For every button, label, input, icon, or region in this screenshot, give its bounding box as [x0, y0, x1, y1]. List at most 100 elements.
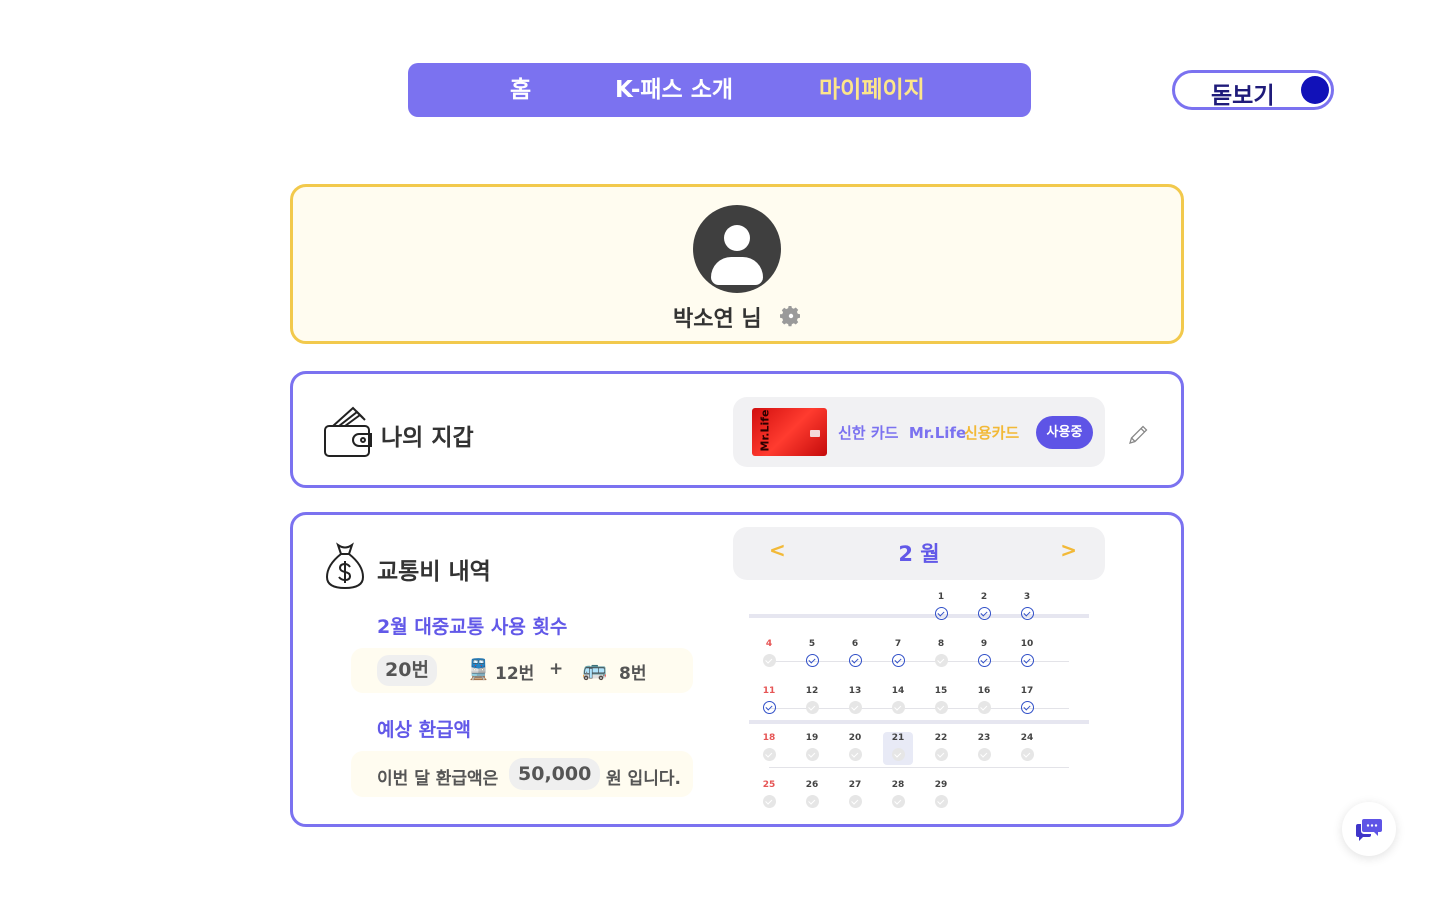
calendar-day[interactable]: 12: [797, 685, 827, 714]
magnifier-label: 돋보기: [1211, 83, 1275, 109]
used-check-icon: [977, 654, 991, 667]
unused-check-icon: [848, 748, 862, 761]
calendar-day-number: 29: [934, 780, 948, 790]
calendar-day[interactable]: 20: [840, 732, 870, 761]
registered-card[interactable]: Mr.Life 신한 카드 Mr.Life 신용카드 사용중: [733, 397, 1105, 467]
calendar-day[interactable]: 16: [969, 685, 999, 714]
calendar-day-number: 25: [762, 780, 776, 790]
card-name: 신한 카드 Mr.Life: [838, 424, 967, 442]
calendar-day[interactable]: 13: [840, 685, 870, 714]
avatar-body: [711, 257, 763, 285]
calendar-day[interactable]: 19: [797, 732, 827, 761]
unused-check-icon: [934, 701, 948, 714]
usage-summary: 20번 🚆 12번 + 🚌 8번: [351, 648, 693, 693]
next-month-button[interactable]: >: [1060, 538, 1077, 562]
unused-check-icon: [762, 795, 776, 808]
profile-card: 박소연 님: [290, 184, 1184, 344]
card-chip-icon: [810, 430, 820, 437]
calendar-day-number: 3: [1023, 592, 1031, 602]
toggle-knob: [1301, 76, 1329, 104]
calendar-day-number: 17: [1020, 686, 1034, 696]
chat-button[interactable]: [1342, 802, 1396, 856]
unused-check-icon: [805, 748, 819, 761]
nav-item-kpass-intro[interactable]: K-패스 소개: [615, 63, 733, 117]
calendar-day-number: 7: [894, 639, 902, 649]
calendar-day-number: 26: [805, 780, 819, 790]
magnifier-toggle[interactable]: 돋보기: [1172, 70, 1334, 110]
calendar-day-number: 5: [808, 639, 816, 649]
nav-item-home[interactable]: 홈: [510, 63, 531, 117]
unused-check-icon: [805, 701, 819, 714]
calendar-day-number: 20: [848, 733, 862, 743]
calendar-day-number: 27: [848, 780, 862, 790]
unused-check-icon: [848, 701, 862, 714]
unused-check-icon: [977, 701, 991, 714]
calendar-day[interactable]: 5: [797, 638, 827, 667]
calendar-day[interactable]: 4: [754, 638, 784, 667]
calendar-day-number: 11: [762, 686, 776, 696]
calendar-day[interactable]: 18: [754, 732, 784, 761]
used-check-icon: [977, 607, 991, 620]
calendar-day[interactable]: 25: [754, 779, 784, 808]
usage-label: 2월 대중교통 사용 횟수: [377, 616, 568, 638]
train-icon: 🚆: [466, 657, 491, 681]
refund-prefix: 이번 달 환급액은: [377, 769, 499, 789]
calendar-day[interactable]: 27: [840, 779, 870, 808]
refund-label: 예상 환급액: [377, 719, 472, 741]
calendar-week-divider: [769, 767, 1069, 768]
used-check-icon: [891, 654, 905, 667]
calendar-day[interactable]: 14: [883, 685, 913, 714]
money-bag-icon: [325, 542, 365, 590]
fare-history-card: 교통비 내역 2월 대중교통 사용 횟수 20번 🚆 12번 + 🚌 8번 예상…: [290, 512, 1184, 827]
calendar-day-number: 16: [977, 686, 991, 696]
used-check-icon: [762, 701, 776, 714]
unused-check-icon: [762, 654, 776, 667]
avatar: [693, 205, 781, 293]
calendar-day[interactable]: 3: [1012, 591, 1042, 620]
unused-check-icon: [762, 748, 776, 761]
calendar-day[interactable]: 15: [926, 685, 956, 714]
calendar-day-number: 9: [980, 639, 988, 649]
calendar-day-number: 19: [805, 733, 819, 743]
calendar-day[interactable]: 10: [1012, 638, 1042, 667]
card-image-text: Mr.Life: [758, 409, 772, 452]
calendar-day-number: 6: [851, 639, 859, 649]
calendar-day[interactable]: 29: [926, 779, 956, 808]
calendar-day[interactable]: 17: [1012, 685, 1042, 714]
unused-check-icon: [891, 701, 905, 714]
calendar-day[interactable]: 26: [797, 779, 827, 808]
calendar-day[interactable]: 7: [883, 638, 913, 667]
calendar-day[interactable]: 2: [969, 591, 999, 620]
bus-count: 8번: [619, 664, 647, 684]
calendar-day[interactable]: 6: [840, 638, 870, 667]
nav-item-mypage[interactable]: 마이페이지: [819, 63, 925, 117]
calendar-day-number: 24: [1020, 733, 1034, 743]
unused-check-icon: [934, 795, 948, 808]
avatar-head: [724, 225, 750, 251]
calendar-day-number: 10: [1020, 639, 1034, 649]
calendar-day-number: 8: [937, 639, 945, 649]
calendar-day[interactable]: 23: [969, 732, 999, 761]
month-selector: < 2 월 >: [733, 527, 1105, 580]
used-check-icon: [848, 654, 862, 667]
unused-check-icon: [934, 654, 948, 667]
calendar-day[interactable]: 1: [926, 591, 956, 620]
calendar-day[interactable]: 11: [754, 685, 784, 714]
unused-check-icon: [1020, 748, 1034, 761]
calendar-day[interactable]: 24: [1012, 732, 1042, 761]
calendar-day-number: 14: [891, 686, 905, 696]
pencil-icon[interactable]: [1126, 423, 1150, 447]
unused-check-icon: [848, 795, 862, 808]
calendar-day[interactable]: 8: [926, 638, 956, 667]
calendar-day[interactable]: 9: [969, 638, 999, 667]
refund-amount: 50,000: [509, 758, 601, 790]
unused-check-icon: [891, 795, 905, 808]
calendar-day[interactable]: 28: [883, 779, 913, 808]
calendar-day[interactable]: 22: [926, 732, 956, 761]
calendar-day-number: 4: [765, 639, 773, 649]
unused-check-icon: [977, 748, 991, 761]
calendar-day[interactable]: 21: [883, 732, 913, 765]
top-navigation: 홈 K-패스 소개 마이페이지: [408, 63, 1031, 117]
calendar-day-number: 23: [977, 733, 991, 743]
gear-icon[interactable]: [779, 304, 803, 328]
